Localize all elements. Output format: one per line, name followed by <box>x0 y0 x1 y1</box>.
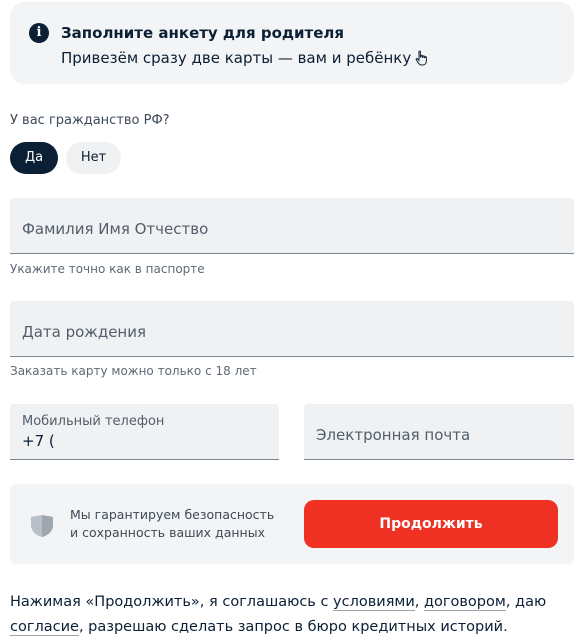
email-field[interactable]: Электронная почта <box>304 404 574 460</box>
birth-date-hint: Заказать карту можно только с 18 лет <box>10 364 257 378</box>
notice-title: Заполните анкету для родителя <box>61 24 345 42</box>
citizenship-yes-button[interactable]: Да <box>10 142 58 174</box>
security-text-line2: и сохранность ваших данных <box>70 525 265 540</box>
pointing-hand-icon <box>415 50 429 70</box>
consent-separator: , <box>414 594 424 610</box>
consent-part3: , разрешаю сделать запрос в бюро кредитн… <box>78 619 508 635</box>
citizenship-question: У вас гражданство РФ? <box>10 113 170 128</box>
consent-part2: , даю <box>505 594 547 610</box>
phone-value: +7 ( <box>22 432 55 450</box>
terms-link[interactable]: условиями <box>333 594 415 611</box>
info-icon: i <box>29 23 49 43</box>
parent-notice: i Заполните анкету для родителя Привезём… <box>10 2 574 84</box>
notice-text-label: Привезём сразу две карты — вам и ребёнку <box>61 49 412 67</box>
birth-date-field[interactable]: Дата рождения <box>10 301 574 357</box>
full-name-field[interactable]: Фамилия Имя Отчество <box>10 198 574 254</box>
full-name-hint: Укажите точно как в паспорте <box>10 262 205 276</box>
consent-link[interactable]: согласие <box>10 619 79 636</box>
email-placeholder: Электронная почта <box>316 426 471 444</box>
phone-field[interactable]: Мобильный телефон +7 ( <box>10 404 279 460</box>
full-name-placeholder: Фамилия Имя Отчество <box>22 220 209 238</box>
birth-date-placeholder: Дата рождения <box>22 323 146 341</box>
notice-text: Привезём сразу две карты — вам и ребёнку <box>61 49 429 70</box>
security-text-line1: Мы гарантируем безопасность <box>70 507 275 522</box>
citizenship-no-button[interactable]: Нет <box>66 142 121 174</box>
consent-part1: Нажимая «Продолжить», я соглашаюсь с <box>10 594 334 610</box>
phone-label: Мобильный телефон <box>22 414 165 429</box>
security-panel: Мы гарантируем безопасность и сохранност… <box>10 484 574 564</box>
consent-text: Нажимая «Продолжить», я соглашаюсь с усл… <box>10 590 570 640</box>
shield-icon <box>30 514 54 542</box>
continue-button[interactable]: Продолжить <box>304 500 558 548</box>
security-text: Мы гарантируем безопасность и сохранност… <box>70 506 290 542</box>
contract-link[interactable]: договором <box>424 594 506 611</box>
